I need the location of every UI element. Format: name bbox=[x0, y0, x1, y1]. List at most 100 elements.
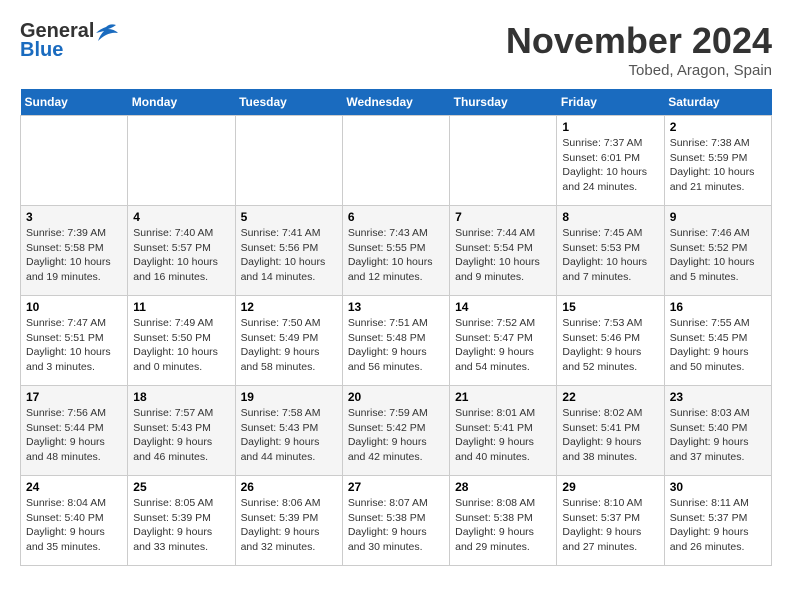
weekday-header-monday: Monday bbox=[128, 89, 235, 116]
calendar-cell: 12 Sunrise: 7:50 AMSunset: 5:49 PMDayligh… bbox=[235, 296, 342, 386]
calendar-cell: 9 Sunrise: 7:46 AMSunset: 5:52 PMDaylight… bbox=[664, 206, 771, 296]
day-info: Sunrise: 8:04 AMSunset: 5:40 PMDaylight:… bbox=[26, 496, 122, 555]
calendar-cell: 5 Sunrise: 7:41 AMSunset: 5:56 PMDaylight… bbox=[235, 206, 342, 296]
day-info: Sunrise: 7:55 AMSunset: 5:45 PMDaylight:… bbox=[670, 316, 766, 375]
day-number: 12 bbox=[241, 300, 337, 314]
calendar-cell: 20 Sunrise: 7:59 AMSunset: 5:42 PMDayligh… bbox=[342, 386, 449, 476]
day-info: Sunrise: 7:41 AMSunset: 5:56 PMDaylight:… bbox=[241, 226, 337, 285]
calendar-cell bbox=[21, 116, 128, 206]
location: Tobed, Aragon, Spain bbox=[506, 62, 772, 79]
day-info: Sunrise: 8:05 AMSunset: 5:39 PMDaylight:… bbox=[133, 496, 229, 555]
calendar-cell: 25 Sunrise: 8:05 AMSunset: 5:39 PMDayligh… bbox=[128, 476, 235, 566]
calendar-cell: 7Sunrise: 7:44 AMSunset: 5:54 PMDaylight… bbox=[450, 206, 557, 296]
day-number: 27 bbox=[348, 480, 444, 494]
calendar-cell bbox=[450, 116, 557, 206]
day-info: Sunrise: 8:10 AMSunset: 5:37 PMDaylight:… bbox=[562, 496, 658, 555]
calendar-cell: 3 Sunrise: 7:39 AMSunset: 5:58 PMDaylight… bbox=[21, 206, 128, 296]
calendar-cell: 4 Sunrise: 7:40 AMSunset: 5:57 PMDaylight… bbox=[128, 206, 235, 296]
calendar-cell: 6 Sunrise: 7:43 AMSunset: 5:55 PMDaylight… bbox=[342, 206, 449, 296]
day-number: 21 bbox=[455, 390, 551, 404]
weekday-header-thursday: Thursday bbox=[450, 89, 557, 116]
calendar-cell: 30Sunrise: 8:11 AMSunset: 5:37 PMDayligh… bbox=[664, 476, 771, 566]
day-info: Sunrise: 7:46 AMSunset: 5:52 PMDaylight:… bbox=[670, 226, 766, 285]
day-number: 5 bbox=[241, 210, 337, 224]
day-info: Sunrise: 7:53 AMSunset: 5:46 PMDaylight:… bbox=[562, 316, 658, 375]
day-info: Sunrise: 7:49 AMSunset: 5:50 PMDaylight:… bbox=[133, 316, 229, 375]
logo-blue: Blue bbox=[20, 39, 63, 62]
calendar-cell: 1 Sunrise: 7:37 AMSunset: 6:01 PMDaylight… bbox=[557, 116, 664, 206]
day-info: Sunrise: 7:50 AMSunset: 5:49 PMDaylight:… bbox=[241, 316, 337, 375]
day-info: Sunrise: 7:38 AMSunset: 5:59 PMDaylight:… bbox=[670, 136, 766, 195]
day-number: 10 bbox=[26, 300, 122, 314]
weekday-header-friday: Friday bbox=[557, 89, 664, 116]
day-number: 19 bbox=[241, 390, 337, 404]
calendar-cell: 24 Sunrise: 8:04 AMSunset: 5:40 PMDayligh… bbox=[21, 476, 128, 566]
day-number: 15 bbox=[562, 300, 658, 314]
calendar-cell: 10Sunrise: 7:47 AMSunset: 5:51 PMDayligh… bbox=[21, 296, 128, 386]
day-number: 22 bbox=[562, 390, 658, 404]
calendar-cell bbox=[128, 116, 235, 206]
day-number: 24 bbox=[26, 480, 122, 494]
day-number: 30 bbox=[670, 480, 766, 494]
day-number: 6 bbox=[348, 210, 444, 224]
calendar-cell bbox=[342, 116, 449, 206]
calendar-cell: 26Sunrise: 8:06 AMSunset: 5:39 PMDayligh… bbox=[235, 476, 342, 566]
logo: General Blue bbox=[20, 20, 118, 62]
week-row-1: 1 Sunrise: 7:37 AMSunset: 6:01 PMDaylight… bbox=[21, 116, 772, 206]
day-number: 11 bbox=[133, 300, 229, 314]
calendar-cell: 8Sunrise: 7:45 AMSunset: 5:53 PMDaylight… bbox=[557, 206, 664, 296]
day-number: 3 bbox=[26, 210, 122, 224]
weekday-header-sunday: Sunday bbox=[21, 89, 128, 116]
day-number: 9 bbox=[670, 210, 766, 224]
logo-bird-icon bbox=[96, 23, 118, 41]
calendar-cell: 21 Sunrise: 8:01 AMSunset: 5:41 PMDayligh… bbox=[450, 386, 557, 476]
calendar-cell: 16 Sunrise: 7:55 AMSunset: 5:45 PMDayligh… bbox=[664, 296, 771, 386]
day-info: Sunrise: 8:03 AMSunset: 5:40 PMDaylight:… bbox=[670, 406, 766, 465]
header: General Blue November 2024 Tobed, Aragon… bbox=[20, 20, 772, 79]
day-number: 7 bbox=[455, 210, 551, 224]
day-info: Sunrise: 8:01 AMSunset: 5:41 PMDaylight:… bbox=[455, 406, 551, 465]
day-number: 17 bbox=[26, 390, 122, 404]
calendar-cell: 18Sunrise: 7:57 AMSunset: 5:43 PMDayligh… bbox=[128, 386, 235, 476]
day-number: 2 bbox=[670, 120, 766, 134]
day-info: Sunrise: 7:37 AMSunset: 6:01 PMDaylight:… bbox=[562, 136, 658, 195]
calendar-cell: 23 Sunrise: 8:03 AMSunset: 5:40 PMDayligh… bbox=[664, 386, 771, 476]
week-row-5: 24 Sunrise: 8:04 AMSunset: 5:40 PMDayligh… bbox=[21, 476, 772, 566]
day-number: 13 bbox=[348, 300, 444, 314]
day-number: 25 bbox=[133, 480, 229, 494]
day-info: Sunrise: 7:40 AMSunset: 5:57 PMDaylight:… bbox=[133, 226, 229, 285]
day-number: 28 bbox=[455, 480, 551, 494]
day-info: Sunrise: 8:07 AMSunset: 5:38 PMDaylight:… bbox=[348, 496, 444, 555]
calendar-cell: 15 Sunrise: 7:53 AMSunset: 5:46 PMDayligh… bbox=[557, 296, 664, 386]
day-info: Sunrise: 7:39 AMSunset: 5:58 PMDaylight:… bbox=[26, 226, 122, 285]
day-info: Sunrise: 7:51 AMSunset: 5:48 PMDaylight:… bbox=[348, 316, 444, 375]
day-number: 1 bbox=[562, 120, 658, 134]
day-number: 20 bbox=[348, 390, 444, 404]
calendar-cell: 22 Sunrise: 8:02 AMSunset: 5:41 PMDayligh… bbox=[557, 386, 664, 476]
day-info: Sunrise: 7:59 AMSunset: 5:42 PMDaylight:… bbox=[348, 406, 444, 465]
calendar-cell: 14Sunrise: 7:52 AMSunset: 5:47 PMDayligh… bbox=[450, 296, 557, 386]
calendar-table: SundayMondayTuesdayWednesdayThursdayFrid… bbox=[20, 89, 772, 566]
day-number: 23 bbox=[670, 390, 766, 404]
day-number: 18 bbox=[133, 390, 229, 404]
day-number: 8 bbox=[562, 210, 658, 224]
weekday-header-row: SundayMondayTuesdayWednesdayThursdayFrid… bbox=[21, 89, 772, 116]
day-number: 4 bbox=[133, 210, 229, 224]
calendar-cell: 17 Sunrise: 7:56 AMSunset: 5:44 PMDayligh… bbox=[21, 386, 128, 476]
calendar-cell: 2 Sunrise: 7:38 AMSunset: 5:59 PMDaylight… bbox=[664, 116, 771, 206]
week-row-3: 10Sunrise: 7:47 AMSunset: 5:51 PMDayligh… bbox=[21, 296, 772, 386]
day-number: 16 bbox=[670, 300, 766, 314]
day-info: Sunrise: 8:02 AMSunset: 5:41 PMDaylight:… bbox=[562, 406, 658, 465]
day-number: 29 bbox=[562, 480, 658, 494]
calendar-cell: 27 Sunrise: 8:07 AMSunset: 5:38 PMDayligh… bbox=[342, 476, 449, 566]
weekday-header-wednesday: Wednesday bbox=[342, 89, 449, 116]
title-area: November 2024 Tobed, Aragon, Spain bbox=[506, 20, 772, 79]
calendar-cell: 28Sunrise: 8:08 AMSunset: 5:38 PMDayligh… bbox=[450, 476, 557, 566]
month-title: November 2024 bbox=[506, 20, 772, 62]
day-info: Sunrise: 7:56 AMSunset: 5:44 PMDaylight:… bbox=[26, 406, 122, 465]
week-row-2: 3 Sunrise: 7:39 AMSunset: 5:58 PMDaylight… bbox=[21, 206, 772, 296]
day-number: 26 bbox=[241, 480, 337, 494]
day-info: Sunrise: 7:43 AMSunset: 5:55 PMDaylight:… bbox=[348, 226, 444, 285]
day-number: 14 bbox=[455, 300, 551, 314]
weekday-header-tuesday: Tuesday bbox=[235, 89, 342, 116]
